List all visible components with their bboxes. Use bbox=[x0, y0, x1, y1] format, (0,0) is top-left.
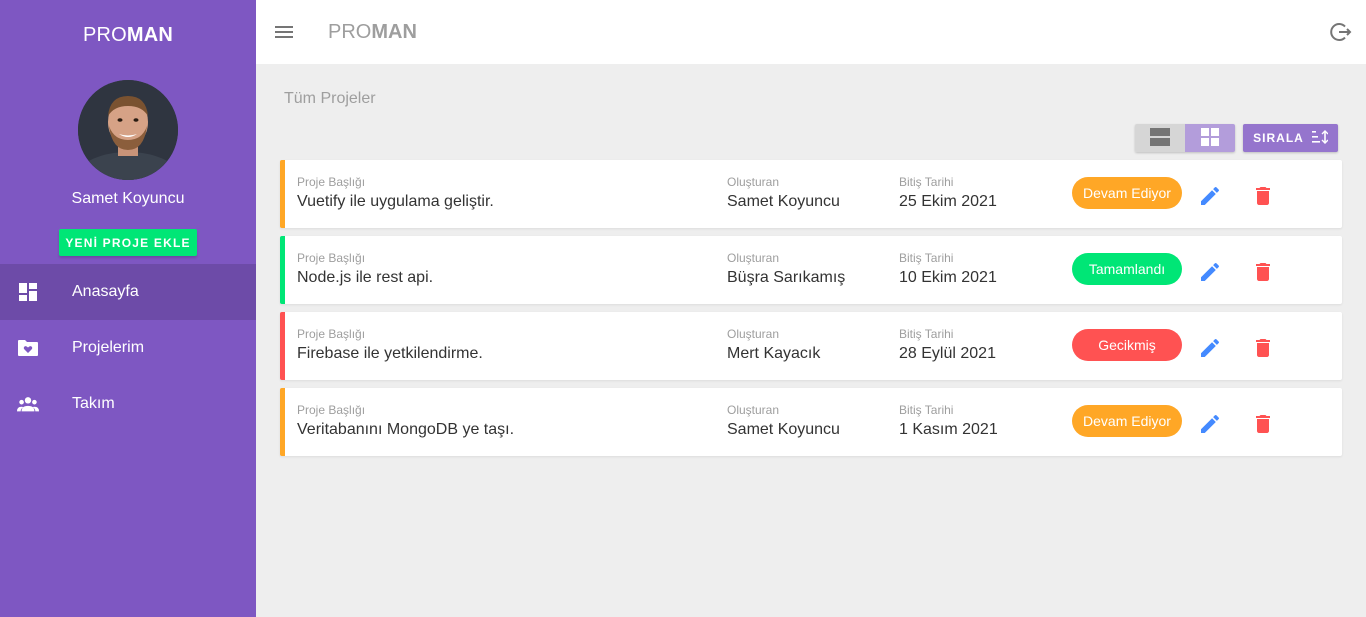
project-due-caption: Bitiş Tarihi bbox=[899, 403, 954, 417]
pencil-icon bbox=[1198, 414, 1222, 439]
project-title-caption: Proje Başlığı bbox=[297, 403, 366, 417]
sort-button-label: SIRALA bbox=[1253, 131, 1304, 145]
project-owner: Samet Koyuncu bbox=[727, 193, 840, 210]
project-title-caption: Proje Başlığı bbox=[297, 251, 366, 265]
project-owner-caption: Oluşturan bbox=[727, 403, 780, 417]
delete-button[interactable] bbox=[1251, 336, 1275, 360]
dashboard-icon bbox=[17, 281, 39, 303]
sidebar-item-anasayfa[interactable]: Anasayfa bbox=[0, 264, 256, 320]
new-project-button[interactable]: YENİ PROJE EKLE bbox=[59, 229, 197, 256]
project-owner-cell: Oluşturan Samet Koyuncu bbox=[727, 403, 840, 439]
sidebar: PROMAN Samet Koyuncu YENİ PROJE EKLE Ana… bbox=[0, 0, 256, 617]
project-due-date: 1 Kasım 2021 bbox=[899, 421, 998, 438]
project-owner-caption: Oluşturan bbox=[727, 327, 780, 341]
project-owner-caption: Oluşturan bbox=[727, 175, 780, 189]
folder-heart-icon bbox=[17, 337, 39, 359]
project-title-cell: Proje Başlığı Veritabanını MongoDB ye ta… bbox=[297, 403, 514, 439]
grid-view-button[interactable] bbox=[1185, 124, 1235, 152]
project-title-caption: Proje Başlığı bbox=[297, 327, 366, 341]
project-title: Veritabanını MongoDB ye taşı. bbox=[297, 421, 515, 438]
pencil-icon bbox=[1198, 338, 1222, 363]
project-title: Firebase ile yetkilendirme. bbox=[297, 345, 483, 362]
hamburger-menu-icon[interactable] bbox=[274, 22, 294, 42]
delete-button[interactable] bbox=[1251, 260, 1275, 284]
header-title-part-1: PRO bbox=[328, 21, 372, 43]
top-bar: PROMAN bbox=[256, 0, 1366, 64]
project-row: Proje Başlığı Firebase ile yetkilendirme… bbox=[280, 312, 1342, 380]
project-owner-cell: Oluşturan Mert Kayacık bbox=[727, 327, 820, 363]
sidebar-username: Samet Koyuncu bbox=[71, 190, 185, 207]
project-due-caption: Bitiş Tarihi bbox=[899, 251, 954, 265]
sort-icon bbox=[1311, 129, 1329, 147]
delete-button[interactable] bbox=[1251, 412, 1275, 436]
project-due-caption: Bitiş Tarihi bbox=[899, 327, 954, 341]
edit-button[interactable] bbox=[1198, 336, 1222, 360]
page-title: Tüm Projeler bbox=[284, 90, 376, 107]
team-icon bbox=[17, 393, 39, 415]
view-grid-icon bbox=[1201, 127, 1219, 149]
header-title-part-2: MAN bbox=[371, 21, 417, 43]
project-row: Proje Başlığı Veritabanını MongoDB ye ta… bbox=[280, 388, 1342, 456]
project-owner-cell: Oluşturan Büşra Sarıkamış bbox=[727, 251, 845, 287]
project-due-cell: Bitiş Tarihi 25 Ekim 2021 bbox=[899, 175, 997, 211]
project-due-date: 28 Eylül 2021 bbox=[899, 345, 996, 362]
delete-button[interactable] bbox=[1251, 184, 1275, 208]
project-due-caption: Bitiş Tarihi bbox=[899, 175, 954, 189]
sort-button[interactable]: SIRALA bbox=[1243, 124, 1338, 152]
project-due-date: 10 Ekim 2021 bbox=[899, 269, 997, 286]
sidebar-item-label: Projelerim bbox=[72, 339, 145, 356]
edit-button[interactable] bbox=[1198, 260, 1222, 284]
trash-icon bbox=[1251, 187, 1275, 211]
trash-icon bbox=[1251, 339, 1275, 363]
sidebar-item-projelerim[interactable]: Projelerim bbox=[0, 320, 256, 376]
sidebar-item-takim[interactable]: Takım bbox=[0, 376, 256, 432]
project-due-cell: Bitiş Tarihi 28 Eylül 2021 bbox=[899, 327, 996, 363]
list-view-button[interactable] bbox=[1135, 124, 1185, 152]
edit-button[interactable] bbox=[1198, 184, 1222, 208]
trash-icon bbox=[1251, 263, 1275, 287]
project-due-cell: Bitiş Tarihi 1 Kasım 2021 bbox=[899, 403, 998, 439]
pencil-icon bbox=[1198, 262, 1222, 287]
sidebar-nav: Anasayfa Projelerim Takım bbox=[0, 264, 256, 432]
logout-icon[interactable] bbox=[1330, 21, 1352, 43]
avatar bbox=[78, 80, 178, 180]
status-badge: Tamamlandı bbox=[1072, 253, 1182, 285]
brand-part-2: MAN bbox=[126, 24, 174, 46]
project-title-cell: Proje Başlığı Firebase ile yetkilendirme… bbox=[297, 327, 483, 363]
project-title: Node.js ile rest api. bbox=[297, 269, 434, 286]
project-owner: Samet Koyuncu bbox=[727, 421, 840, 438]
project-row: Proje Başlığı Vuetify ile uygulama geliş… bbox=[280, 160, 1342, 228]
view-toggle bbox=[1135, 124, 1235, 152]
project-owner: Mert Kayacık bbox=[727, 345, 821, 362]
status-badge: Devam Ediyor bbox=[1072, 405, 1182, 437]
edit-button[interactable] bbox=[1198, 412, 1222, 436]
project-title-cell: Proje Başlığı Vuetify ile uygulama geliş… bbox=[297, 175, 494, 211]
brand-part-1: PRO bbox=[82, 24, 127, 46]
view-list-icon bbox=[1150, 127, 1170, 149]
project-row: Proje Başlığı Node.js ile rest api. Oluş… bbox=[280, 236, 1342, 304]
project-owner-cell: Oluşturan Samet Koyuncu bbox=[727, 175, 840, 211]
project-due-cell: Bitiş Tarihi 10 Ekim 2021 bbox=[899, 251, 997, 287]
project-title-cell: Proje Başlığı Node.js ile rest api. bbox=[297, 251, 433, 287]
trash-icon bbox=[1251, 415, 1275, 439]
sidebar-item-label: Anasayfa bbox=[72, 283, 139, 300]
status-badge: Gecikmiş bbox=[1072, 329, 1182, 361]
project-due-date: 25 Ekim 2021 bbox=[899, 193, 997, 210]
project-title: Vuetify ile uygulama geliştir. bbox=[297, 193, 494, 210]
project-owner: Büşra Sarıkamış bbox=[727, 269, 846, 286]
status-badge: Devam Ediyor bbox=[1072, 177, 1182, 209]
sidebar-item-label: Takım bbox=[72, 395, 115, 412]
sidebar-brand: PROMAN bbox=[0, 24, 256, 47]
project-title-caption: Proje Başlığı bbox=[297, 175, 366, 189]
project-owner-caption: Oluşturan bbox=[727, 251, 780, 265]
page-header-title: PROMAN bbox=[328, 21, 417, 44]
pencil-icon bbox=[1198, 186, 1222, 211]
